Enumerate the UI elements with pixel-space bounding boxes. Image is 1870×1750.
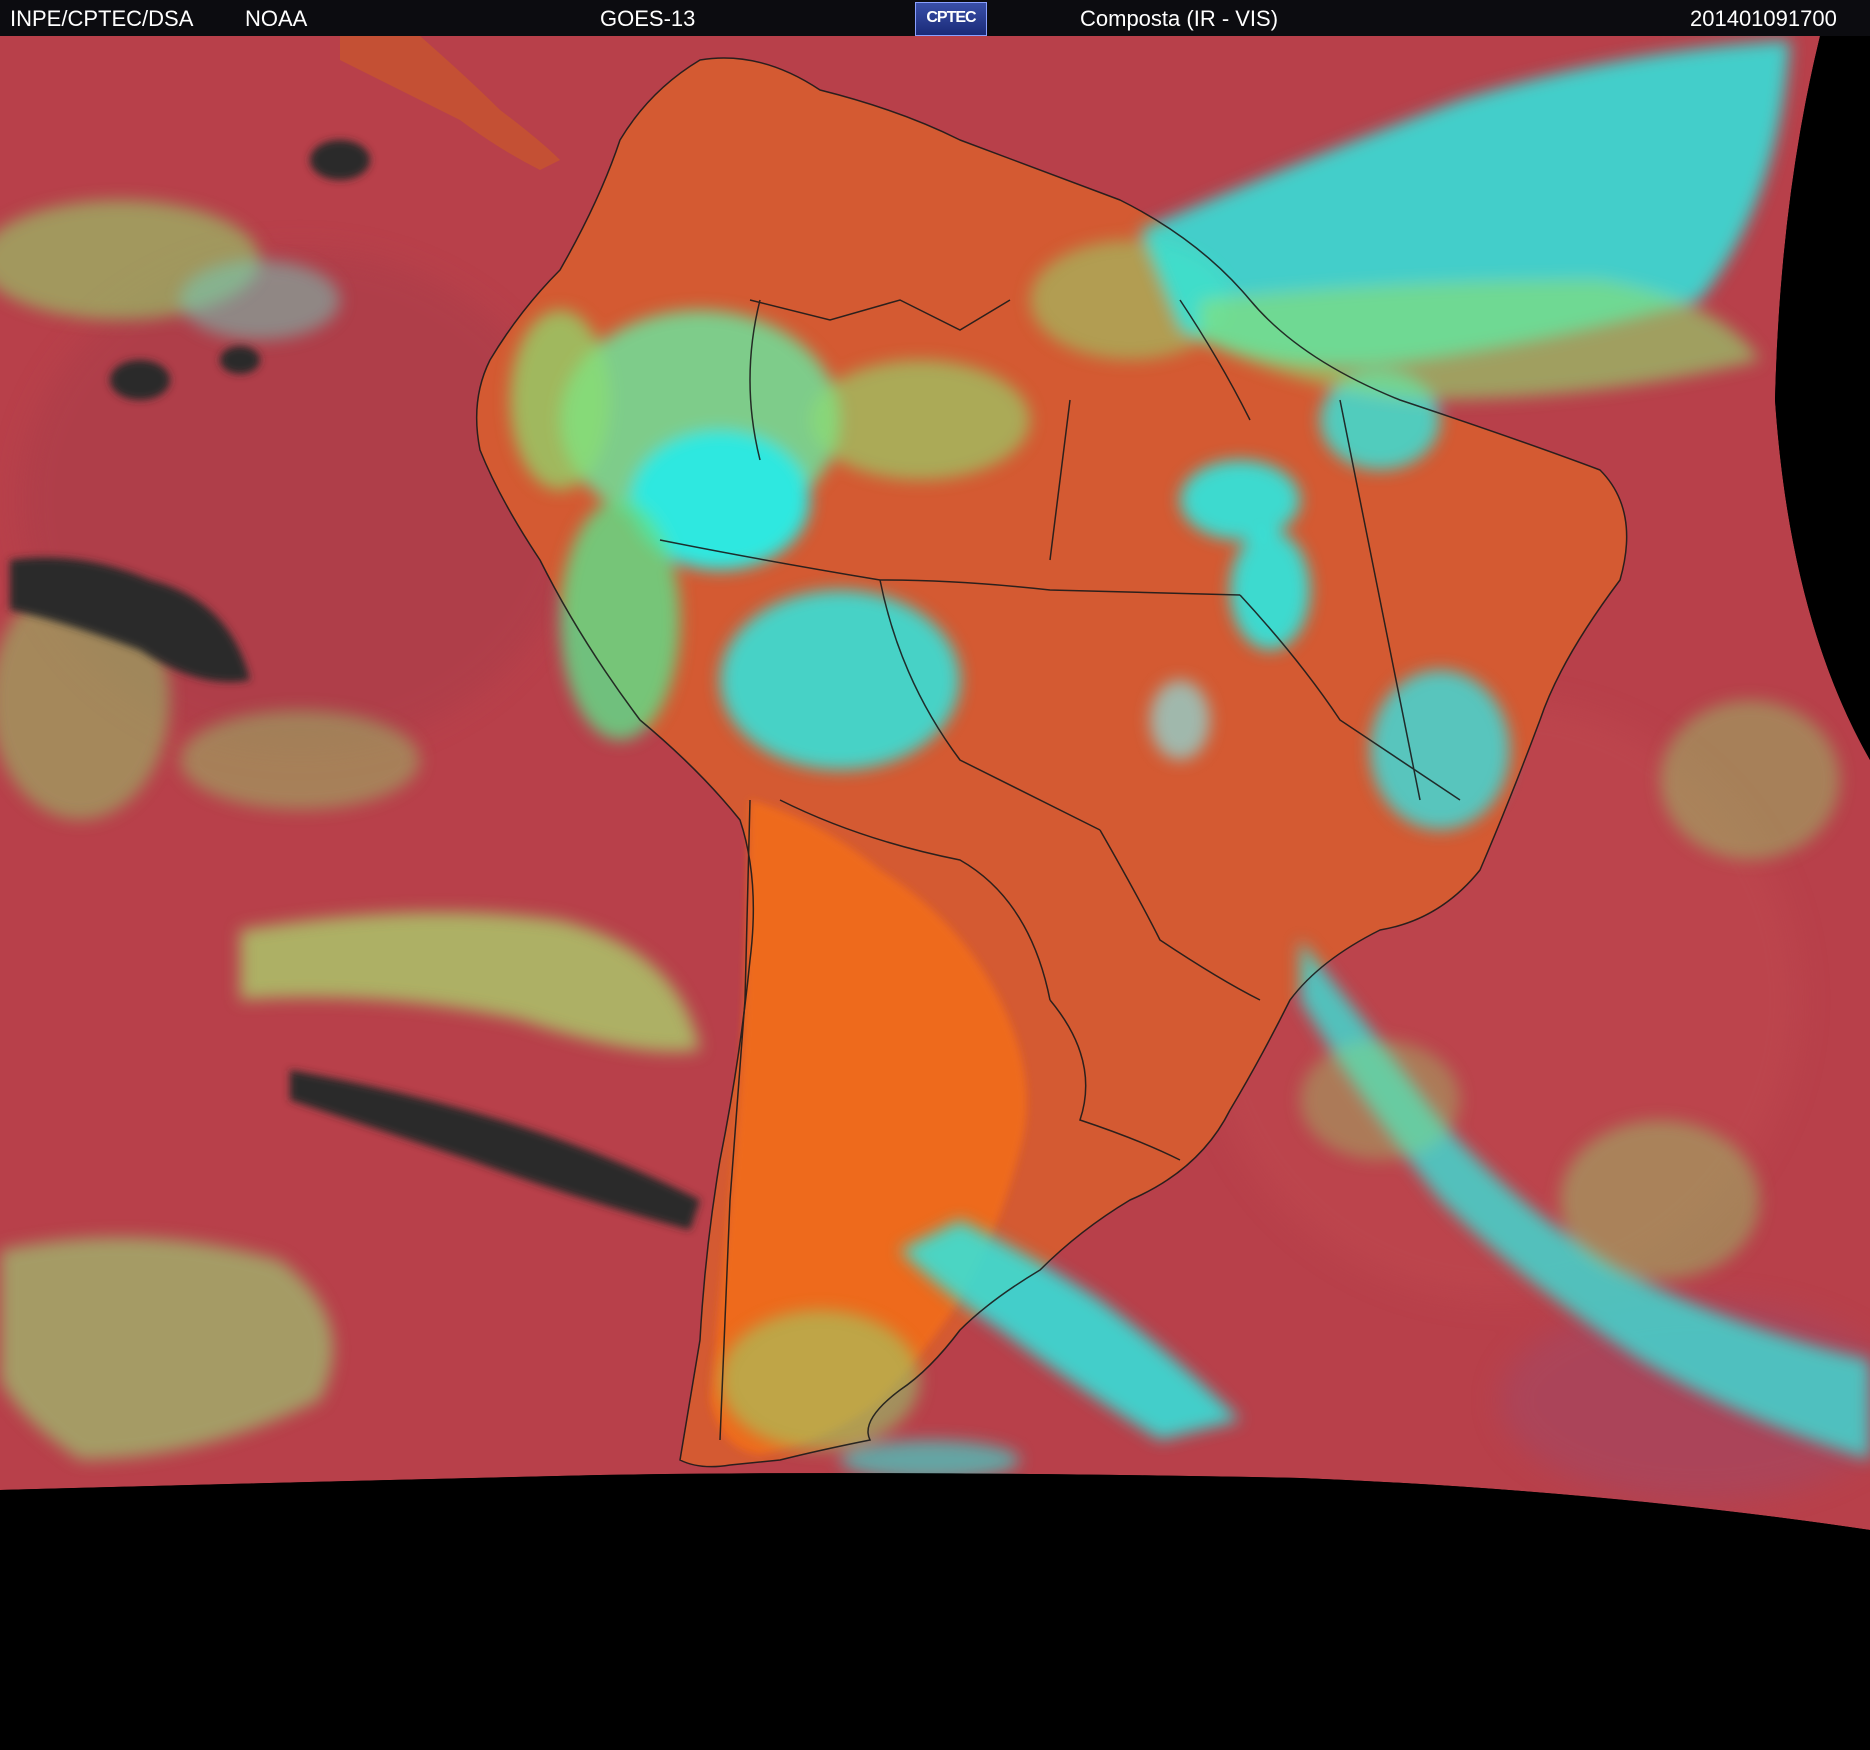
satellite-image [0,36,1870,1750]
timestamp-label: 201401091700 [1690,6,1837,31]
source-label: NOAA [245,6,308,31]
agency-label: INPE/CPTEC/DSA [10,6,194,31]
product-label: Composta (IR - VIS) [1080,6,1279,31]
satellite-label: GOES-13 [600,6,696,31]
cptec-logo: CPTEC [915,2,987,36]
earth-limb-bottom [0,1473,1870,1750]
image-header: INPE/CPTEC/DSA NOAA GOES-13 CPTEC Compos… [0,0,1870,36]
